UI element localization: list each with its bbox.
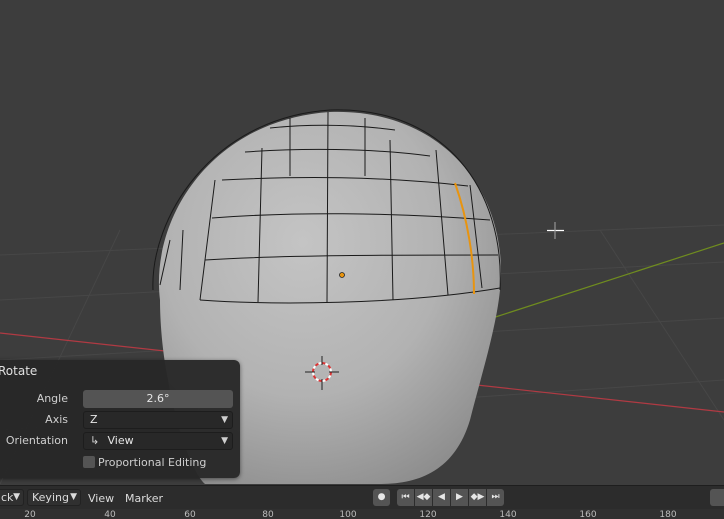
- play-icon: ▶: [456, 492, 463, 502]
- chevron-down-icon: ▼: [221, 436, 228, 446]
- prev-keyframe-icon: ◀◆: [416, 492, 431, 502]
- axis-dropdown[interactable]: Z ▼: [83, 411, 233, 429]
- angle-label: Angle: [36, 392, 68, 405]
- next-keyframe-button[interactable]: ◆▶: [469, 489, 486, 506]
- ruler-tick: 60: [184, 510, 196, 519]
- timeline-header: ck ▼ Keying ▼ View Marker ● ⏮ ◀◆ ◀ ▶ ◆▶ …: [0, 485, 724, 510]
- playback-dropdown[interactable]: ck ▼: [0, 489, 24, 506]
- ruler-tick: 80: [262, 510, 274, 519]
- y-axis-line: [479, 242, 724, 323]
- proportional-editing-label[interactable]: Proportional Editing: [98, 456, 206, 469]
- playback-label: ck: [1, 491, 14, 504]
- jump-start-button[interactable]: ⏮: [397, 489, 414, 506]
- adjust-last-operation-panel[interactable]: Rotate Angle 2.6° Axis Z ▼ Orientation ↳…: [0, 360, 240, 478]
- play-reverse-button[interactable]: ◀: [433, 489, 450, 506]
- angle-field[interactable]: 2.6°: [83, 390, 233, 408]
- play-button[interactable]: ▶: [451, 489, 468, 506]
- ruler-tick: 180: [659, 510, 677, 519]
- jump-end-icon: ⏭: [491, 492, 500, 502]
- keying-label: Keying: [32, 491, 69, 504]
- chevron-down-icon: ▼: [221, 415, 228, 425]
- jump-end-button[interactable]: ⏭: [487, 489, 504, 506]
- keying-dropdown[interactable]: Keying ▼: [27, 489, 81, 506]
- ruler-tick: 120: [419, 510, 437, 519]
- record-icon: ●: [377, 492, 386, 502]
- next-keyframe-icon: ◆▶: [470, 492, 485, 502]
- axis-row: Axis Z ▼: [0, 411, 234, 429]
- ruler-tick: 40: [104, 510, 116, 519]
- ruler-tick: 20: [24, 510, 36, 519]
- median-point: [339, 272, 345, 278]
- axis-label: Axis: [45, 413, 68, 426]
- angle-row: Angle 2.6°: [0, 390, 234, 408]
- current-frame-field[interactable]: [710, 489, 724, 506]
- orientation-label: Orientation: [5, 434, 68, 447]
- axis-value: Z: [90, 413, 98, 426]
- crosshair-move-icon: [547, 222, 564, 239]
- 3d-viewport[interactable]: Rotate Angle 2.6° Axis Z ▼ Orientation ↳…: [0, 0, 724, 484]
- play-reverse-icon: ◀: [438, 492, 445, 502]
- frame-ruler[interactable]: 20 40 60 80 100 120 140 160 180: [0, 509, 724, 519]
- prev-keyframe-button[interactable]: ◀◆: [415, 489, 432, 506]
- proportional-editing-checkbox[interactable]: [83, 456, 95, 468]
- orientation-axes-icon: ↳: [90, 434, 100, 447]
- ruler-tick: 100: [339, 510, 357, 519]
- proportional-editing-row: Proportional Editing: [0, 454, 234, 472]
- chevron-down-icon: ▼: [70, 492, 77, 502]
- record-button[interactable]: ●: [373, 489, 390, 506]
- panel-title[interactable]: Rotate: [0, 364, 37, 378]
- chevron-down-icon: ▼: [13, 492, 20, 502]
- jump-start-icon: ⏮: [401, 492, 410, 502]
- orientation-dropdown[interactable]: ↳ View ▼: [83, 432, 233, 450]
- view-menu[interactable]: View: [88, 492, 114, 505]
- orientation-row: Orientation ↳ View ▼: [0, 432, 234, 450]
- marker-menu[interactable]: Marker: [125, 492, 163, 505]
- orientation-value: View: [107, 434, 134, 447]
- ruler-tick: 140: [499, 510, 517, 519]
- ruler-tick: 160: [579, 510, 597, 519]
